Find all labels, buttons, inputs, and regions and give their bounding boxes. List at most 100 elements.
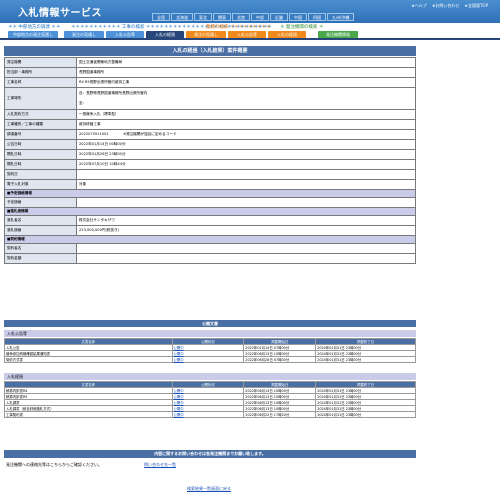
doc-start: 2022年06月28日 07時00分 <box>243 356 317 363</box>
panel-title: 入札の経過（入札結果）案件概要 <box>4 46 416 56</box>
field-label: 落札者名 <box>4 215 77 226</box>
table-row: 工事名称 R4 R5長野出張所管内維持工事 <box>4 77 416 88</box>
table-row: 開札日時 2022年07月10日 10時44分 <box>4 159 416 170</box>
doc-status-link[interactable]: 公開中 <box>171 356 245 363</box>
section-header: ■予定価格情報 <box>4 189 416 198</box>
field-value: R4 R5長野出張所管内維持工事 <box>76 77 416 88</box>
section-header: ■契約情報 <box>4 235 416 244</box>
field-label: 公告日時 <box>4 139 77 150</box>
national-top-link[interactable]: ★全国版TOP <box>464 3 488 9</box>
table-row: 契約日 <box>4 169 416 180</box>
doc-start: 2022年06月22日 17時20分 <box>243 411 317 418</box>
table-row: 電子入札対象 対象 <box>4 179 416 190</box>
field-label: 電子入札対象 <box>4 179 77 190</box>
field-label: 入札契約方式 <box>4 109 77 120</box>
results-documents-table: 文書名称 公開状況 掲載開始日 掲載終了日 積算内訳書R4 公開中 2022年06月… <box>4 381 416 418</box>
field-label: 工事場所 <box>4 87 77 110</box>
table-row: 予定価格 <box>4 197 416 208</box>
tab-service-outlook[interactable]: 発注の見通し <box>186 31 226 38</box>
table-row: 調達番号 2022070511001 ※発注機関が独自に定めるコード <box>4 129 416 140</box>
region-hokuriku[interactable]: 北陸 <box>232 13 250 21</box>
region-shikoku[interactable]: 四国 <box>308 13 326 21</box>
location-from: 自：長野県長野国道事務所長野出張所管内 <box>79 91 148 95</box>
field-label: 担当部・事務所 <box>4 67 77 78</box>
results-group-title: 入札経過 <box>4 373 416 380</box>
table-row: 公告日時 2022年01月14日 00時00分 <box>4 139 416 150</box>
region-chugoku[interactable]: 中国 <box>289 13 307 21</box>
inquiry-text: 発注機関への連絡先等はこちらからご確認ください。 <box>6 462 102 467</box>
table-row: 工事契約書 公開中 2022年06月22日 17時20分 2024年01月31日 23… <box>4 411 416 418</box>
field-value <box>76 243 416 254</box>
table-row: 契約者名 <box>4 243 416 254</box>
category-service: 業務の検索 ＊＊＊＊＊＊＊＊＊ <box>206 25 271 30</box>
tab-service-results[interactable]: 入札の経過 <box>268 31 306 38</box>
location-to: 至： <box>79 101 87 105</box>
field-value: 2022年01月14日 00時00分 <box>76 139 416 150</box>
tab-construction-notices[interactable]: 入札公告等 <box>106 31 144 38</box>
back-to-results-link[interactable]: 検索結果一覧画面に戻る <box>164 486 254 492</box>
field-label: 契約者名 <box>4 243 77 254</box>
region-tohoku[interactable]: 東北 <box>194 13 212 21</box>
field-label: 開札日時 <box>4 149 77 160</box>
inquiry-row: 発注機関への連絡先等はこちらからご確認ください。 問い合わせ先一覧 <box>4 461 416 469</box>
tab-underline <box>0 38 500 40</box>
field-value: 維持修繕工事 <box>76 119 416 130</box>
category-agency: ＊ 発注機関の検索 ＊ <box>280 25 324 30</box>
field-label: 発注機関 <box>4 57 77 68</box>
help-link[interactable]: ★ヘルプ <box>411 3 427 9</box>
category-strip: ＊＊ 中部地方の調達 ＊＊ ＊＊＊＊＊＊＊＊＊＊＊ 工事の検索 ＊＊＊＊＊＊＊＊… <box>0 23 500 30</box>
field-label: 工事種別／工事の種類 <box>4 119 77 130</box>
region-kinki[interactable]: 近畿 <box>270 13 288 21</box>
field-value: 長野国道事務所 <box>76 67 416 78</box>
field-label: 落札価格 <box>4 225 77 236</box>
tab-chubu-outlook[interactable]: 中部地方の発注見通し <box>8 31 58 38</box>
field-label: 工事名称 <box>4 77 77 88</box>
region-national[interactable]: 全国 <box>152 13 170 21</box>
table-row: 入札契約方式 一般競争入札（標準型） <box>4 109 416 120</box>
site-title[interactable]: 入札情報サービス <box>18 4 102 19</box>
field-value: 2022年01月26日 23時00分 <box>76 149 416 160</box>
header-links: ★ヘルプ ★お問い合わせ ★全国版TOP <box>411 3 488 9</box>
nav-tabs: 中部地方の発注見通し 発注の見通し 入札公告等 入札の経過 発注の見通し 入札公… <box>0 31 500 38</box>
region-hokkaido[interactable]: 北海道 <box>171 13 193 21</box>
contact-link[interactable]: ★お問い合わせ <box>432 3 460 9</box>
field-label: 契約金額 <box>4 253 77 264</box>
table-row: 工事場所 自：長野県長野国道事務所長野出張所管内 至： <box>4 87 416 110</box>
field-value: 2022年07月10日 10時44分 <box>76 159 416 170</box>
site-header: 入札情報サービス ★ヘルプ ★お問い合わせ ★全国版TOP 全国 北海道 東北 … <box>0 0 500 23</box>
table-row: 担当部・事務所 長野国道事務所 <box>4 67 416 78</box>
notices-documents-table: 文書名称 公開状況 掲載開始日 掲載終了日 入札公告 公開中 2022年01月14日… <box>4 338 416 363</box>
section-title: ■落札者情報 <box>4 207 416 216</box>
field-value <box>76 197 416 208</box>
section-header: ■落札者情報 <box>4 207 416 216</box>
region-kyushu[interactable]: 九州/沖縄 <box>327 13 355 21</box>
tab-construction-outlook[interactable]: 発注の見通し <box>64 31 104 38</box>
tab-service-notices[interactable]: 入札公告等 <box>228 31 266 38</box>
field-value <box>76 169 416 180</box>
doc-status-link[interactable]: 公開中 <box>171 411 245 418</box>
tab-construction-results[interactable]: 入札の経過 <box>146 31 184 38</box>
field-value: 対象 <box>76 179 416 190</box>
field-label: 調達番号 <box>4 129 77 140</box>
field-value: 株式会社サンタキザワ <box>76 215 416 226</box>
field-value: 国土交通省関東地方整備局 <box>76 57 416 68</box>
tab-agency-info[interactable]: 発注機関情報 <box>318 31 358 38</box>
inquiry-banner: 内容に関するお問い合わせは各発注機関までお願い致します。 <box>4 450 416 458</box>
case-summary-table: 発注機関 国土交通省関東地方整備局 担当部・事務所 長野国道事務所 工事名称 R4 R… <box>4 57 416 264</box>
notices-group-title: 入札公告等 <box>4 330 416 337</box>
doc-end: 2024年01月31日 23時00分 <box>315 411 416 418</box>
field-label: 予定価格 <box>4 197 77 208</box>
doc-end: 2024年01月31日 23時00分 <box>315 356 416 363</box>
field-label: 契約日 <box>4 169 77 180</box>
table-row: 契約金額 <box>4 253 416 264</box>
field-value: 2022070511001 ※発注機関が独自に定めるコード <box>76 129 416 140</box>
section-title: ■契約情報 <box>4 235 416 244</box>
field-value <box>76 253 416 264</box>
field-value: 一般競争入札（標準型） <box>76 109 416 120</box>
region-kanto[interactable]: 関東 <box>213 13 231 21</box>
table-row: 開札日時 2022年01月26日 23時00分 <box>4 149 416 160</box>
table-row: 落札者名 株式会社サンタキザワ <box>4 215 416 226</box>
contact-list-link[interactable]: 問い合わせ先一覧 <box>144 461 176 469</box>
section-title: ■予定価格情報 <box>4 189 416 198</box>
region-chubu[interactable]: 中部 <box>251 13 269 21</box>
